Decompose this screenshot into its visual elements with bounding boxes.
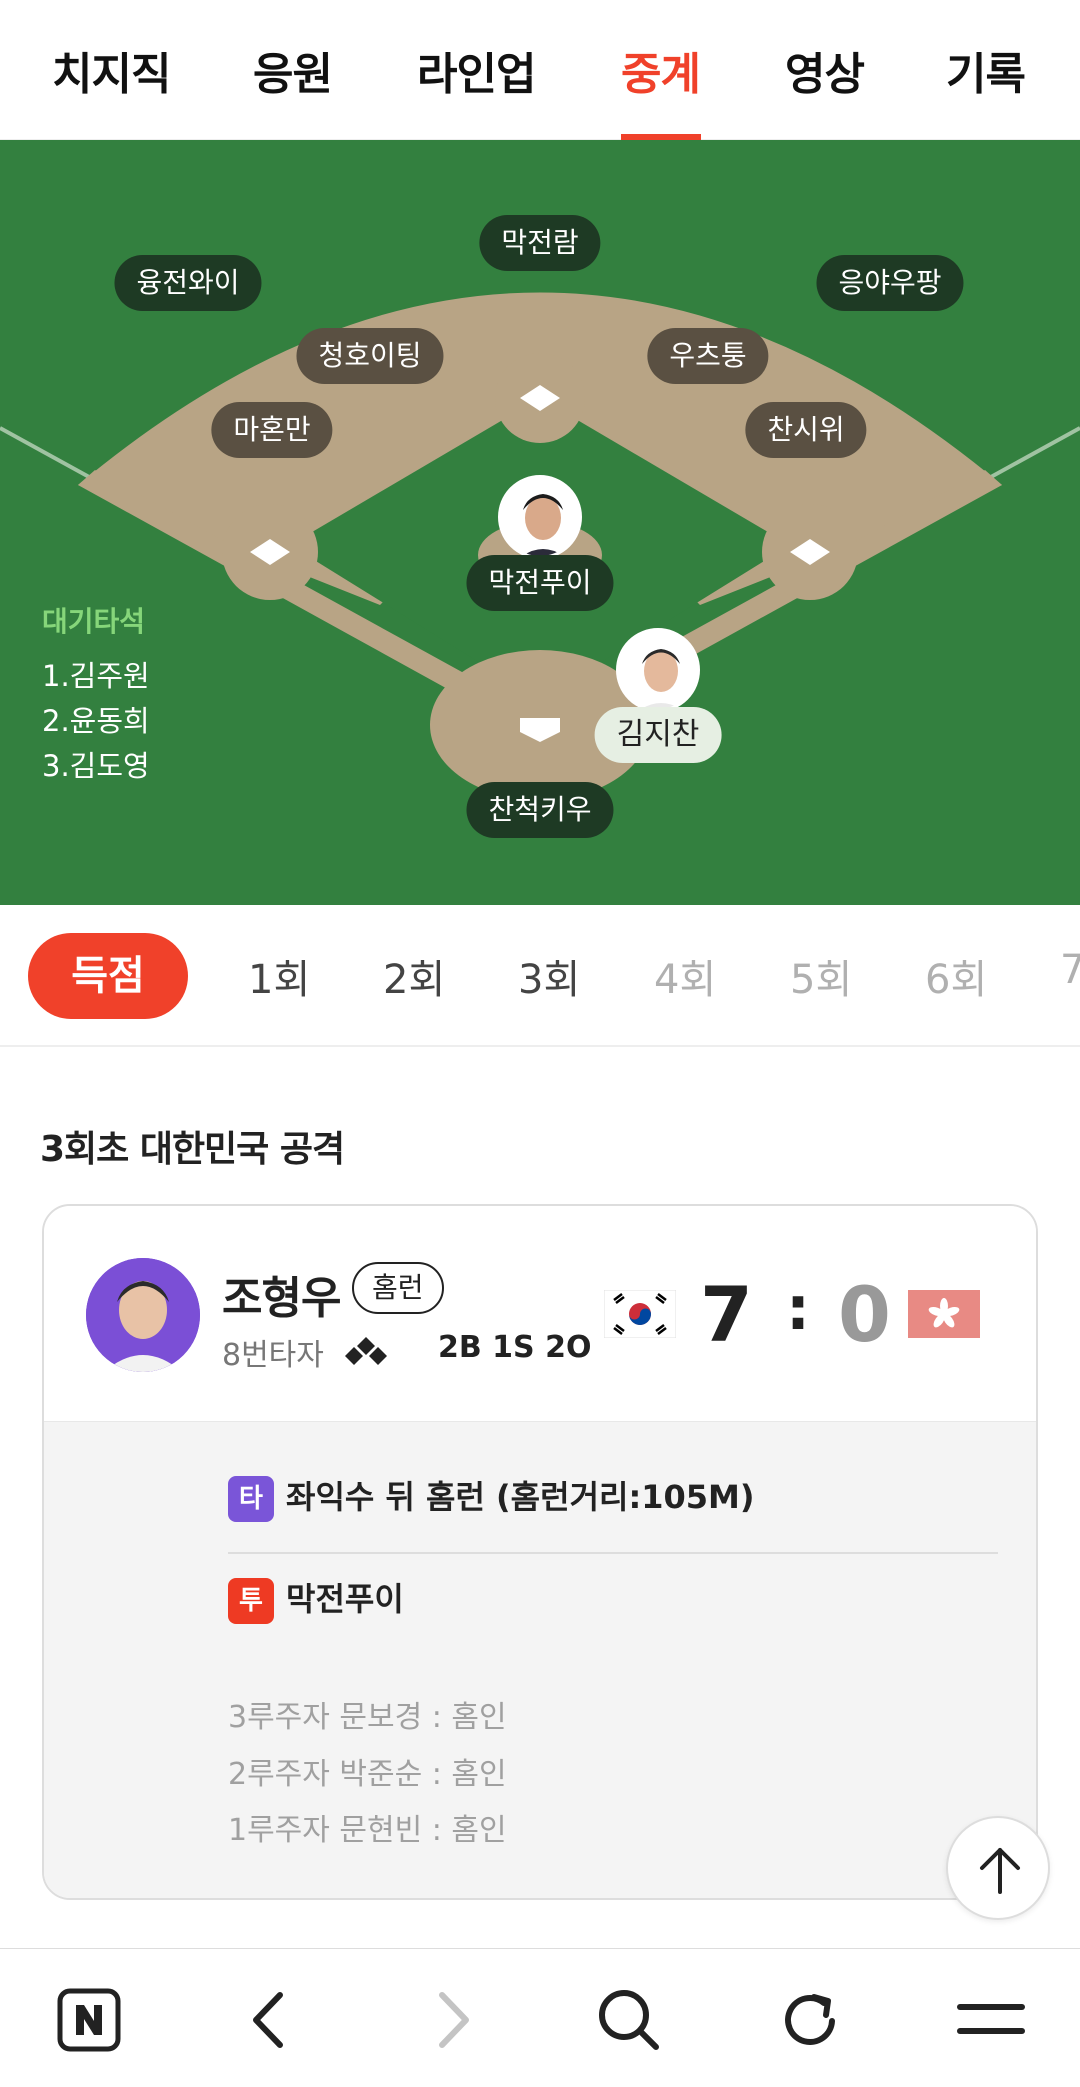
fielder-second[interactable]: 우츠퉁: [647, 328, 769, 384]
tab-lineup[interactable]: 라인업: [417, 38, 536, 102]
ball-count: 2B 1S 2O: [438, 1330, 592, 1365]
baseball-field: 막전람 융전와이 응야우팡 청호이팅 우츠퉁 마혼만 찬시위 막전푸이 김지찬 …: [0, 140, 1080, 905]
batter-photo: [616, 628, 700, 712]
fielder-shortstop[interactable]: 청호이팅: [296, 328, 444, 384]
hongkong-flag-icon: [908, 1290, 980, 1338]
back-icon[interactable]: [234, 1985, 304, 2055]
person-icon: [501, 478, 579, 556]
pitcher-tag: 투: [228, 1578, 274, 1624]
arrow-up-icon: [980, 1848, 1020, 1894]
home-score: 7: [700, 1270, 753, 1359]
on-deck-item: 1.김주원: [42, 659, 150, 693]
person-icon: [619, 631, 697, 709]
batting-event: 타 좌익수 뒤 홈런 (홈런거리:105M): [228, 1472, 755, 1522]
runner-result: 1루주자 문현빈 : 홈인: [228, 1813, 507, 1848]
fielder-right[interactable]: 응야우팡: [816, 255, 964, 311]
pitcher-photo: [498, 475, 582, 559]
naver-n-icon[interactable]: [54, 1985, 124, 2055]
runner-result: 2루주자 박준순 : 홈인: [228, 1757, 507, 1792]
inning-4-tab[interactable]: 4회: [654, 947, 716, 1005]
person-icon: [86, 1258, 200, 1372]
forward-icon[interactable]: [418, 1985, 488, 2055]
pitcher-row: 투 막전푸이: [228, 1574, 404, 1624]
inning-6-tab[interactable]: 6회: [925, 947, 987, 1005]
fielder-left[interactable]: 융전와이: [114, 255, 262, 311]
batting-order: 8번타자: [222, 1338, 324, 1373]
tab-chzzk[interactable]: 치지직: [52, 38, 171, 102]
fielder-first[interactable]: 찬시위: [745, 402, 867, 458]
homerun-badge: 홈런: [352, 1262, 444, 1314]
play-card-detail: 타 좌익수 뒤 홈런 (홈런거리:105M) 투 막전푸이 3루주자 문보경 : 홈…: [44, 1422, 1036, 1898]
fielder-pitcher[interactable]: 막전푸이: [466, 555, 614, 611]
on-deck-list: 대기타석 1.김주원 2.윤동희 3.김도영: [42, 600, 150, 789]
top-tab-bar: 치지직 응원 라인업 중계 영상 기록: [0, 0, 1080, 140]
divider: [228, 1552, 998, 1554]
on-deck-title: 대기타석: [42, 605, 146, 638]
on-deck-item: 3.김도영: [42, 749, 150, 783]
inning-nav: 득점 1회 2회 3회 4회 5회 6회 7: [0, 905, 1080, 1047]
inning-1-tab[interactable]: 1회: [248, 947, 310, 1005]
batter-tag: 타: [228, 1476, 274, 1522]
runner-result: 3루주자 문보경 : 홈인: [228, 1700, 507, 1735]
score-separator: :: [786, 1274, 810, 1344]
inning-5-tab[interactable]: 5회: [790, 947, 852, 1005]
tab-video[interactable]: 영상: [785, 38, 865, 102]
section-title: 3회초 대한민국 공격: [40, 1129, 345, 1170]
player-avatar: [86, 1258, 200, 1372]
scoring-filter-button[interactable]: 득점: [28, 933, 188, 1019]
tab-cheer[interactable]: 응원: [253, 38, 333, 102]
search-icon[interactable]: [594, 1985, 664, 2055]
refresh-icon[interactable]: [776, 1985, 846, 2055]
bases-icon: [345, 1337, 387, 1365]
batter-label[interactable]: 김지찬: [594, 707, 722, 763]
play-card-header: 조형우 홈런 8번타자 2B 1S 2O 7 : 0: [44, 1206, 1036, 1422]
play-card: 조형우 홈런 8번타자 2B 1S 2O 7 : 0 타 좌익수 뒤 홈런 (홈…: [42, 1204, 1038, 1900]
browser-toolbar: [0, 1948, 1080, 2087]
menu-icon[interactable]: [956, 1985, 1026, 2055]
scroll-top-button[interactable]: [946, 1816, 1050, 1920]
fielder-center[interactable]: 막전람: [479, 215, 601, 271]
inning-2-tab[interactable]: 2회: [383, 947, 445, 1005]
fielder-catcher[interactable]: 찬척키우: [466, 782, 614, 838]
batting-event-text: 좌익수 뒤 홈런 (홈런거리:105M): [286, 1478, 755, 1516]
player-name: 조형우: [222, 1273, 341, 1324]
tab-broadcast[interactable]: 중계: [621, 38, 701, 102]
fielder-third[interactable]: 마혼만: [211, 402, 333, 458]
tab-records[interactable]: 기록: [946, 38, 1026, 102]
korea-flag-icon: [604, 1290, 676, 1338]
inning-3-tab[interactable]: 3회: [518, 947, 580, 1005]
away-score: 0: [838, 1270, 891, 1359]
inning-7-tab[interactable]: 7: [1060, 947, 1080, 993]
pitcher-name: 막전푸이: [286, 1580, 404, 1618]
on-deck-item: 2.윤동희: [42, 704, 150, 738]
